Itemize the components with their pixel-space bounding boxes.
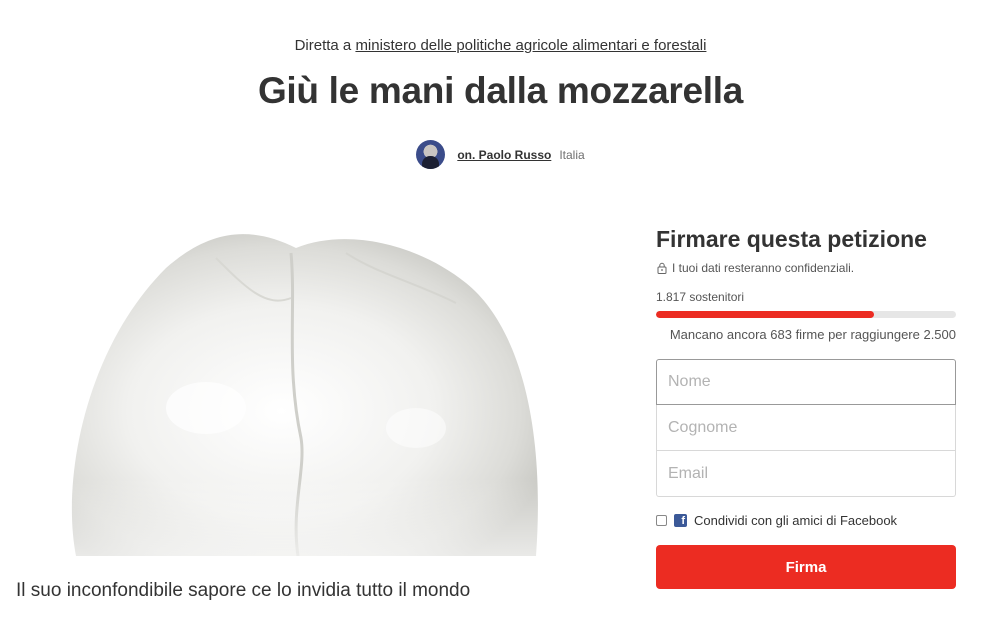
signature-progress-bar [656, 311, 956, 318]
share-label: Condividi con gli amici di Facebook [694, 513, 898, 528]
author-location: Italia [559, 147, 585, 162]
remaining-signatures: Mancano ancora 683 firme per raggiungere… [669, 327, 956, 342]
first-name-input[interactable] [656, 359, 956, 405]
image-caption: Il suo inconfondibile sapore ce lo invid… [16, 580, 471, 601]
petition-title: Giù le mani dalla mozzarella [257, 70, 744, 111]
progress-fill [656, 311, 875, 318]
facebook-share-option[interactable]: f Condividi con gli amici di Facebook [656, 513, 956, 528]
sign-panel: Firmare questa petizione I tuoi dati res… [656, 226, 956, 589]
petition-image [16, 228, 608, 556]
sign-panel-title: Firmare questa petizione [656, 226, 927, 252]
privacy-note: I tuoi dati resteranno confidenziali. [656, 261, 956, 275]
directed-target-link[interactable]: ministero delle politiche agricole alime… [355, 37, 706, 54]
sign-form-fields [656, 359, 956, 497]
directed-prefix: Diretta a [294, 37, 352, 54]
supporters-count: 1.817 sostenitori [656, 290, 745, 304]
facebook-icon: f [674, 514, 687, 527]
sign-button[interactable]: Firma [656, 545, 956, 589]
author-row: on. Paolo Russo Italia [0, 140, 1001, 169]
directed-to: Diretta a ministero delle politiche agri… [0, 37, 1001, 54]
email-input[interactable] [656, 451, 956, 497]
last-name-input[interactable] [656, 405, 956, 451]
privacy-text: I tuoi dati resteranno confidenziali. [672, 261, 855, 275]
mozzarella-image [16, 228, 608, 556]
author-name-link[interactable]: on. Paolo Russo [457, 148, 551, 162]
petition-page: Diretta a ministero delle politiche agri… [0, 0, 1001, 639]
lock-icon [657, 262, 667, 274]
author-avatar[interactable] [416, 140, 446, 169]
share-checkbox[interactable] [656, 515, 667, 526]
